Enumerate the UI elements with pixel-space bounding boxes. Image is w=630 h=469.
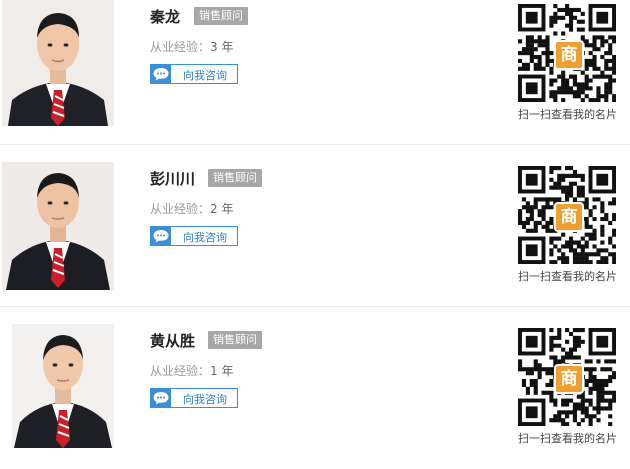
consultant-photo xyxy=(2,0,114,126)
consultant-card-1: 秦龙 销售顾问 从业经验：3 年 向我咨询 商 扫一扫查看我的名片 xyxy=(0,0,630,145)
consultant-name: 彭川川 xyxy=(150,170,196,188)
qr-caption: 扫一扫查看我的名片 xyxy=(518,108,617,121)
consultant-card-3: 黄从胜 销售顾问 从业经验：1 年 向我咨询 商 扫一扫查看我的名片 xyxy=(0,324,630,469)
consult-button[interactable]: 向我咨询 xyxy=(150,226,238,246)
qr-center-icon: 商 xyxy=(554,364,584,394)
portrait-image xyxy=(2,0,114,126)
consult-button-label: 向我咨询 xyxy=(183,231,227,244)
consultant-name: 秦龙 xyxy=(150,8,181,26)
experience-label: 从业经验： xyxy=(150,40,211,54)
consultant-photo xyxy=(2,162,114,290)
consult-button-label: 向我咨询 xyxy=(183,69,227,82)
experience-label: 从业经验： xyxy=(150,202,211,216)
experience-text: 从业经验：1 年 xyxy=(150,362,233,379)
consultant-name: 黄从胜 xyxy=(150,332,196,350)
card-divider xyxy=(0,306,630,307)
consultant-card-2: 彭川川 销售顾问 从业经验：2 年 向我咨询 商 扫一扫查看我的名片 xyxy=(0,162,630,307)
chat-bubble-icon xyxy=(151,227,171,245)
experience-label: 从业经验： xyxy=(150,364,211,378)
experience-text: 从业经验：2 年 xyxy=(150,200,233,217)
qr-center-icon: 商 xyxy=(554,40,584,70)
consult-button-label: 向我咨询 xyxy=(183,393,227,406)
portrait-image xyxy=(2,162,114,290)
chat-bubble-icon xyxy=(151,65,171,83)
experience-value: 1 年 xyxy=(210,364,234,378)
title-badge: 销售顾问 xyxy=(194,7,248,25)
consultant-photo xyxy=(12,324,114,448)
qr-caption: 扫一扫查看我的名片 xyxy=(518,432,617,445)
portrait-image xyxy=(12,324,114,448)
chat-bubble-icon xyxy=(151,389,171,407)
consult-button[interactable]: 向我咨询 xyxy=(150,64,238,84)
experience-value: 2 年 xyxy=(210,202,234,216)
qr-code[interactable]: 商 xyxy=(518,166,617,265)
qr-code[interactable]: 商 xyxy=(518,328,617,427)
qr-code[interactable]: 商 xyxy=(518,4,617,103)
experience-value: 3 年 xyxy=(210,40,234,54)
qr-center-icon: 商 xyxy=(554,202,584,232)
card-divider xyxy=(0,144,630,145)
experience-text: 从业经验：3 年 xyxy=(150,38,233,55)
qr-caption: 扫一扫查看我的名片 xyxy=(518,270,617,283)
title-badge: 销售顾问 xyxy=(208,169,262,187)
consult-button[interactable]: 向我咨询 xyxy=(150,388,238,408)
title-badge: 销售顾问 xyxy=(208,331,262,349)
